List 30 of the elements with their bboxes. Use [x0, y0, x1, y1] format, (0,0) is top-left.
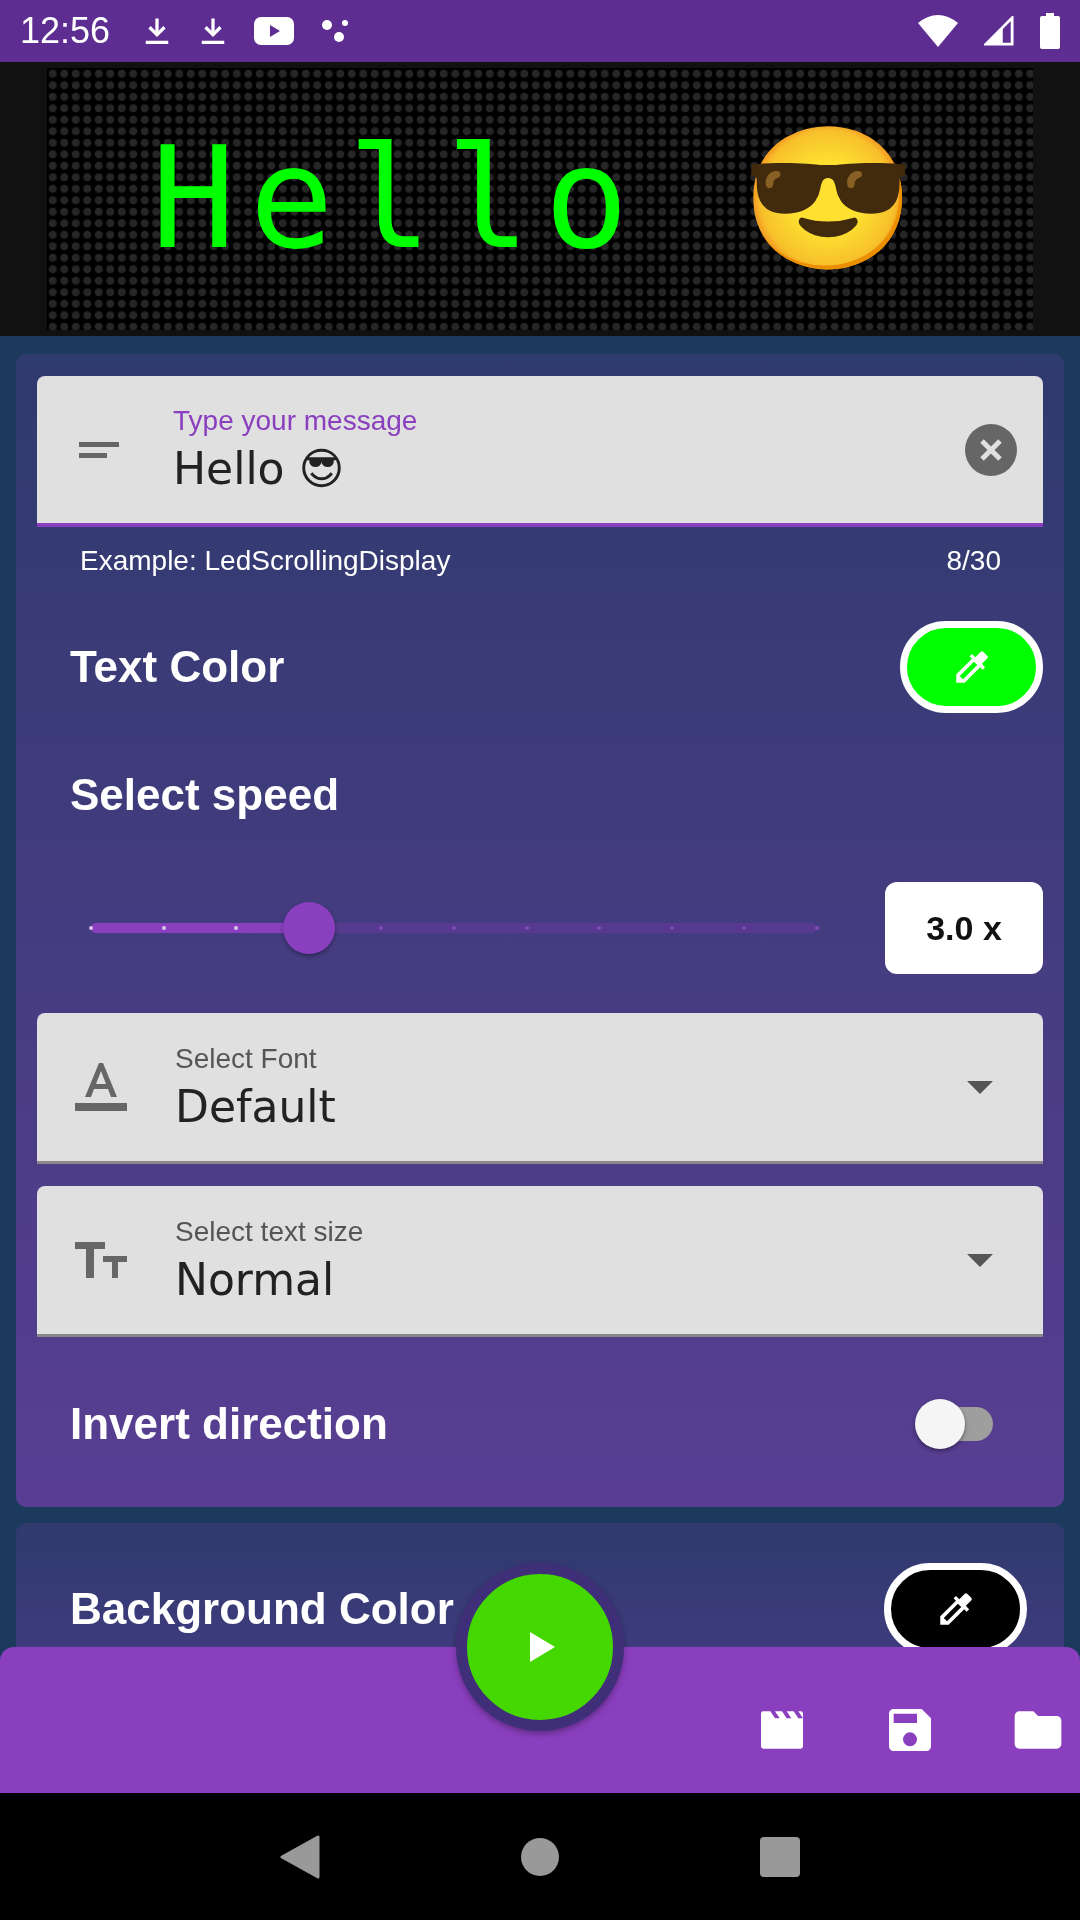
caret-icon: [967, 1080, 993, 1094]
background-color-label: Background Color: [70, 1584, 454, 1634]
dropdown[interactable]: Select Font Default: [37, 1013, 1043, 1164]
status-time: 12:56: [20, 10, 111, 52]
char-counter: 8/30: [946, 545, 1001, 577]
play-icon: [254, 17, 295, 45]
battery-icon: [1040, 13, 1060, 49]
back-icon[interactable]: [280, 1834, 320, 1879]
speed-label: Select speed: [70, 770, 340, 820]
speed-value: 3.0 x: [885, 882, 1043, 974]
clear-icon[interactable]: [965, 423, 1017, 476]
toggle-switch[interactable]: [915, 1399, 993, 1449]
dropdown-label: Select Font: [175, 1042, 318, 1075]
dropdown[interactable]: Select text size Normal: [37, 1186, 1043, 1337]
field-label: Type your message: [173, 405, 419, 437]
message-field[interactable]: Type your message Hello 😎: [37, 376, 1043, 527]
dropdown-label: Select text size: [175, 1215, 365, 1248]
wifi-icon: [918, 15, 958, 47]
signal-icon: [984, 16, 1014, 46]
dropdown-value: Normal: [175, 1253, 336, 1305]
lines-icon: [77, 439, 121, 460]
invert-direction-label: Invert direction: [70, 1399, 388, 1449]
field-value: Hello 😎: [173, 443, 346, 494]
recents-icon[interactable]: [760, 1836, 800, 1877]
text-color-label: Text Color: [70, 642, 285, 692]
helper-text: Example: LedScrollingDisplay: [80, 545, 451, 577]
dropdown-value: Default: [175, 1080, 337, 1132]
home-icon[interactable]: [520, 1836, 560, 1877]
caret-icon: [967, 1253, 993, 1267]
slider-thumb[interactable]: [282, 902, 335, 954]
